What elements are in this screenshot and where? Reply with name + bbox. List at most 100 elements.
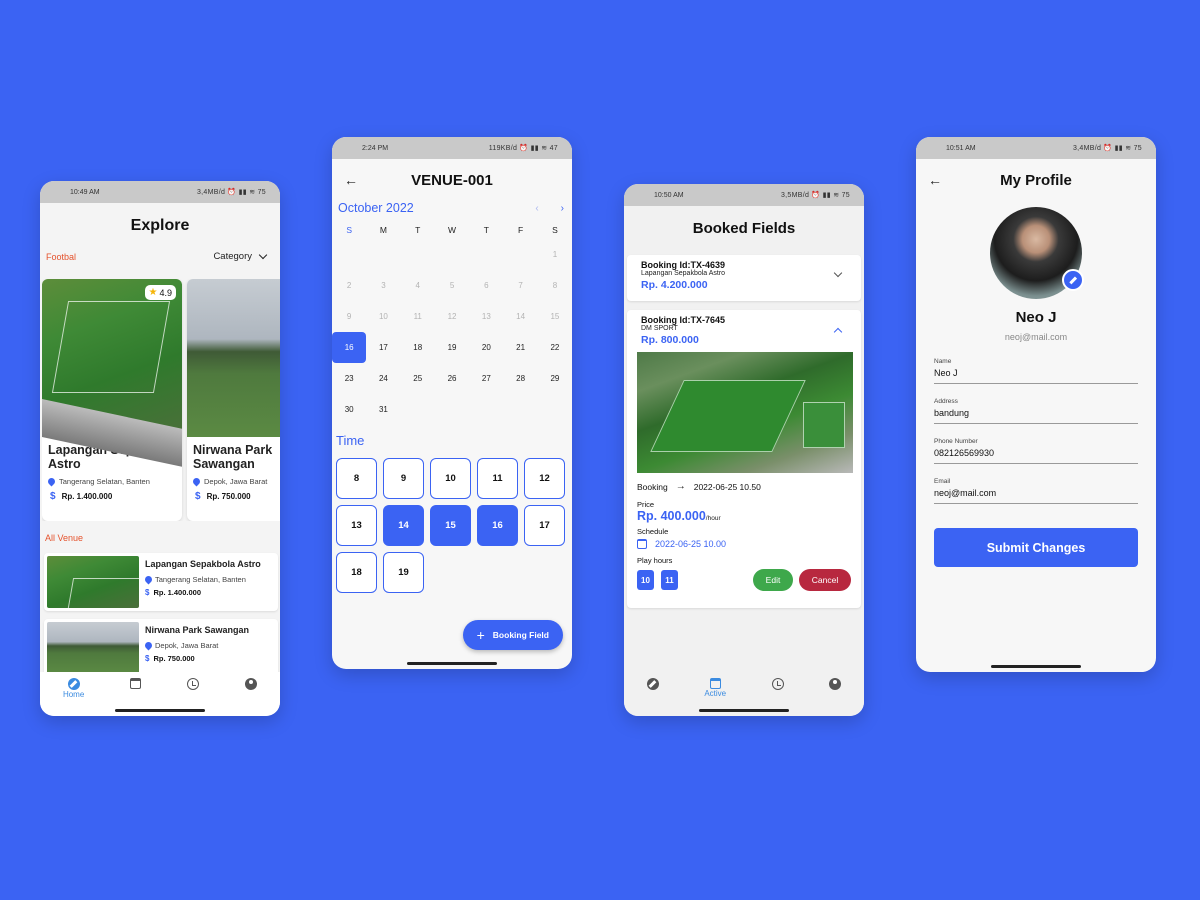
phone-field-label: Phone Number <box>934 438 978 445</box>
time-slot[interactable]: 15 <box>430 505 471 546</box>
venue-card[interactable]: ★ 4.9 Lapangan Sepakbola Astro Tangerang… <box>42 279 182 521</box>
status-indicators: 119KB/d ⏰ ▮▮ ≋ 47 <box>488 145 558 152</box>
time-slot[interactable]: 12 <box>524 458 565 499</box>
cancel-button[interactable]: Cancel <box>799 569 851 591</box>
time-slot[interactable]: 16 <box>477 505 518 546</box>
calendar-day[interactable]: 24 <box>366 363 400 394</box>
calendar-day[interactable]: 23 <box>332 363 366 394</box>
venue-calendar-screen: 2:24 PM 119KB/d ⏰ ▮▮ ≋ 47 ← VENUE-001 Oc… <box>332 137 572 669</box>
category-dropdown[interactable]: Category <box>213 250 268 262</box>
booking-field-button[interactable]: + Booking Field <box>462 620 563 650</box>
submit-changes-button[interactable]: Submit Changes <box>934 528 1138 567</box>
time-slot[interactable]: 17 <box>524 505 565 546</box>
calendar-day[interactable]: 19 <box>435 332 469 363</box>
calendar-icon <box>709 678 721 689</box>
nav-bookings[interactable] <box>130 678 142 689</box>
calendar-day[interactable]: 30 <box>332 394 366 425</box>
email-field[interactable]: Email neoj@mail.com <box>934 478 1138 504</box>
nav-history[interactable] <box>771 678 784 690</box>
price-value: Rp. 400.000/hour <box>637 509 851 523</box>
name-field[interactable]: Name Neo J <box>934 358 1138 384</box>
nav-home[interactable]: Home <box>63 678 84 699</box>
phone-field[interactable]: Phone Number 082126569930 <box>934 438 1138 464</box>
edit-button[interactable]: Edit <box>753 569 793 591</box>
time-slot[interactable]: 8 <box>336 458 377 499</box>
venue-card[interactable]: Nirwana Park Sawangan Depok, Jawa Barat … <box>187 279 280 521</box>
price-label: Price <box>637 500 655 509</box>
time-slot[interactable]: 18 <box>336 552 377 593</box>
time-slot[interactable]: 13 <box>336 505 377 546</box>
dollar-icon: $ <box>145 588 150 597</box>
avatar[interactable] <box>990 207 1084 299</box>
nav-home[interactable] <box>646 678 659 690</box>
status-bar: 10:49 AM 3,4MB/d ⏰ ▮▮ ≋ 75 <box>40 181 280 203</box>
booking-card-expanded[interactable]: Booking Id:TX-7645 DM SPORT Rp. 800.000 … <box>627 310 861 608</box>
calendar-day[interactable]: 26 <box>435 363 469 394</box>
calendar-day: 8 <box>552 281 558 290</box>
time-slot[interactable]: 10 <box>430 458 471 499</box>
time-slot[interactable]: 19 <box>383 552 424 593</box>
location-pin-icon <box>46 476 57 487</box>
calendar-day[interactable]: 22 <box>538 332 572 363</box>
profile-email: neoj@mail.com <box>1004 332 1068 342</box>
booking-datetime-row: Booking → 2022-06-25 10.50 <box>637 481 851 492</box>
status-indicators: 3,5MB/d ⏰ ▮▮ ≋ 75 <box>780 192 850 199</box>
status-time: 10:49 AM <box>70 188 100 196</box>
weekday-label: F <box>518 225 524 235</box>
nav-profile[interactable] <box>829 678 842 690</box>
calendar-day[interactable]: 17 <box>366 332 400 363</box>
category-label: Category <box>213 251 252 262</box>
calendar-day[interactable]: 31 <box>366 394 400 425</box>
calendar-day[interactable]: 20 <box>469 332 503 363</box>
calendar-day[interactable]: 28 <box>503 363 537 394</box>
back-arrow-icon[interactable]: ← <box>344 172 358 188</box>
location-pin-icon <box>143 574 154 585</box>
nav-active[interactable]: Active <box>704 678 726 698</box>
address-field[interactable]: Address bandung <box>934 398 1138 424</box>
profile-name: Neo J <box>1015 309 1057 326</box>
page-title: Explore <box>130 217 190 234</box>
prev-month-icon[interactable]: ‹ <box>535 203 538 214</box>
list-item[interactable]: Nirwana Park Sawangan Depok, Jawa Barat … <box>44 619 278 677</box>
calendar-day[interactable]: 29 <box>538 363 572 394</box>
time-slot[interactable]: 14 <box>383 505 424 546</box>
history-icon <box>187 678 200 690</box>
page-title: Booked Fields <box>692 220 796 237</box>
home-indicator <box>115 709 205 712</box>
status-indicators: 3,4MB/d ⏰ ▮▮ ≋ 75 <box>1072 145 1142 152</box>
list-venue-price-text: Rp. 750.000 <box>153 654 195 663</box>
calendar-day[interactable]: 27 <box>469 363 503 394</box>
schedule-row: 2022-06-25 10.00 <box>637 539 851 549</box>
name-field-value[interactable]: Neo J <box>934 368 1138 378</box>
back-arrow-icon[interactable]: ← <box>928 172 942 188</box>
calendar-day: 11 <box>413 312 422 321</box>
calendar-day: 15 <box>550 312 560 321</box>
calendar-day[interactable]: 18 <box>401 332 435 363</box>
time-slot[interactable]: 11 <box>477 458 518 499</box>
status-indicators: 3,4MB/d ⏰ ▮▮ ≋ 75 <box>196 189 266 196</box>
calendar-day[interactable]: 16 <box>332 332 367 363</box>
booking-card-collapsed[interactable]: Booking Id:TX-4639 Lapangan Sepakbola As… <box>627 255 861 301</box>
nav-profile[interactable] <box>245 678 258 690</box>
compass-icon <box>646 678 659 690</box>
list-item[interactable]: Lapangan Sepakbola Astro Tangerang Selat… <box>44 553 278 611</box>
star-icon: ★ <box>148 287 158 298</box>
dollar-icon: $ <box>145 654 150 663</box>
next-month-icon[interactable]: › <box>561 203 564 214</box>
email-field-value[interactable]: neoj@mail.com <box>934 488 1138 498</box>
calendar-empty-cell <box>366 239 400 270</box>
list-venue-price-text: Rp. 1.400.000 <box>153 588 201 597</box>
edit-pencil-icon[interactable] <box>1062 269 1084 291</box>
arrow-right-icon: → <box>675 481 686 492</box>
calendar-day[interactable]: 21 <box>503 332 537 363</box>
location-pin-icon <box>191 476 202 487</box>
calendar-day[interactable]: 25 <box>401 363 435 394</box>
address-field-value[interactable]: bandung <box>934 408 1138 418</box>
phone-field-value[interactable]: 082126569930 <box>934 448 1138 458</box>
featured-venues-carousel[interactable]: ★ 4.9 Lapangan Sepakbola Astro Tangerang… <box>42 279 280 521</box>
time-slot[interactable]: 9 <box>383 458 424 499</box>
nav-history[interactable] <box>187 678 200 690</box>
play-hours-label: Play hours <box>637 556 673 565</box>
calendar-day: 2 <box>346 281 352 290</box>
nav-home-label: Home <box>62 690 85 699</box>
